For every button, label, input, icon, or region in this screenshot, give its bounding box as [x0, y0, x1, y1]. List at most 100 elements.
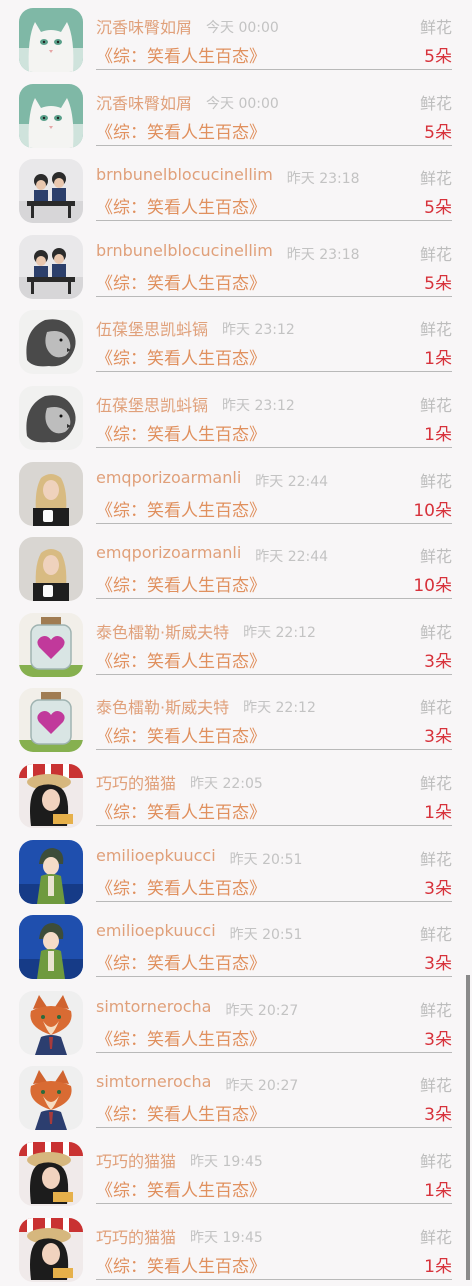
divider: [96, 1203, 452, 1204]
list-item[interactable]: emilioepkuucci 昨天 20:51 鲜花 《综：笑看人生百态》 3朵: [0, 832, 472, 908]
avatar[interactable]: [19, 310, 83, 375]
list-item[interactable]: 泰色檑勒·斯威夫特 昨天 22:12 鲜花 《综：笑看人生百态》 3朵: [0, 605, 472, 681]
avatar[interactable]: [19, 612, 83, 677]
list-item[interactable]: emilioepkuucci 昨天 20:51 鲜花 《综：笑看人生百态》 3朵: [0, 907, 472, 983]
timestamp: 今天 00:00: [206, 20, 279, 36]
avatar[interactable]: [19, 839, 83, 904]
timestamp: 昨天 20:51: [229, 927, 303, 944]
book-title-link[interactable]: 《综：笑看人生百态》: [96, 949, 266, 974]
book-title-link[interactable]: 《综：笑看人生百态》: [96, 1252, 266, 1277]
list-item[interactable]: 伍葆堡思凯蚪镉 昨天 23:12 鲜花 《综：笑看人生百态》 1朵: [0, 302, 472, 378]
sender-name[interactable]: 巧巧的猫猫: [96, 1224, 176, 1248]
flower-count: 5朵: [424, 122, 452, 143]
sender-name[interactable]: 伍葆堡思凯蚪镉: [96, 392, 208, 416]
avatar[interactable]: [19, 461, 83, 526]
sender-name[interactable]: 巧巧的猫猫: [96, 770, 176, 794]
list-item[interactable]: brnbunelblocucinellim 昨天 23:18 鲜花 《综：笑看人生百态…: [0, 227, 472, 303]
list-item[interactable]: 巧巧的猫猫 昨天 19:45 鲜花 《综：笑看人生百态》 1朵: [0, 1210, 472, 1286]
gift-type-label: 鲜花: [419, 1152, 452, 1171]
list-item[interactable]: emqporizoarmanli 昨天 22:44 鲜花《综：笑看人生百态》 10朵: [0, 454, 472, 530]
book-title-link[interactable]: 《综：笑看人生百态》: [96, 42, 266, 67]
book-title-link[interactable]: 《综：笑看人生百态》: [96, 874, 266, 899]
divider: [96, 144, 452, 146]
flower-count: 10朵: [413, 500, 452, 521]
book-title-link[interactable]: 《综：笑看人生百态》: [96, 1100, 266, 1125]
avatar[interactable]: [19, 1142, 83, 1206]
book-title-link[interactable]: 《综：笑看人生百态》: [96, 647, 266, 672]
list-item[interactable]: 沉香味臀如屑 今天 00:00 鲜花 《综：笑看人生百态》 5朵: [0, 0, 472, 76]
gift-type-label: 鲜花: [419, 925, 452, 945]
book-title-link[interactable]: 《综：笑看人生百态》: [96, 193, 266, 218]
timestamp: 昨天 22:44: [255, 473, 329, 490]
timestamp: 昨天 23:12: [222, 322, 295, 339]
divider: [96, 1278, 452, 1280]
list-item[interactable]: simtornerocha 昨天 20:27 鲜花 《综：笑看人生百态》 3朵: [0, 983, 472, 1059]
avatar[interactable]: [19, 537, 83, 602]
gift-type-label: 鲜花: [419, 849, 452, 869]
sender-name[interactable]: 泰色檑勒·斯威夫特: [96, 619, 229, 643]
divider: [96, 673, 452, 675]
avatar[interactable]: [19, 83, 83, 148]
book-title-link[interactable]: 《综：笑看人生百态》: [96, 269, 266, 294]
timestamp: 昨天 20:27: [225, 1002, 299, 1019]
sender-name[interactable]: 伍葆堡思凯蚪镉: [96, 316, 208, 340]
sender-name[interactable]: brnbunelblocucinellim: [96, 241, 273, 260]
avatar[interactable]: [19, 1217, 83, 1282]
sender-name[interactable]: simtornerocha: [96, 1072, 211, 1091]
gift-type-label: 鲜花: [419, 698, 452, 718]
flower-count: 3朵: [424, 1029, 452, 1050]
avatar[interactable]: [19, 159, 83, 224]
book-title-link[interactable]: 《综：笑看人生百态》: [96, 118, 266, 143]
gift-type-label: 鲜花: [419, 774, 452, 793]
sender-name[interactable]: emqporizoarmanli: [96, 543, 241, 562]
list-item[interactable]: 巧巧的猫猫 昨天 19:45 鲜花 《综：笑看人生百态》 1朵: [0, 1134, 472, 1210]
flower-count: 5朵: [424, 198, 452, 219]
sender-name[interactable]: 泰色檑勒·斯威夫特: [96, 694, 229, 718]
timestamp: 昨天 23:18: [286, 171, 360, 188]
gift-type-label: 鲜花: [419, 93, 452, 113]
timestamp: 昨天 20:51: [229, 851, 303, 868]
book-title-link[interactable]: 《综：笑看人生百态》: [96, 1176, 266, 1201]
avatar[interactable]: [19, 386, 83, 450]
list-item[interactable]: 沉香味臀如屑 今天 00:00 鲜花 《综：笑看人生百态》 5朵: [0, 76, 472, 152]
book-title-link[interactable]: 《综：笑看人生百态》: [96, 571, 266, 596]
avatar[interactable]: [19, 1066, 83, 1131]
flower-count: 5朵: [424, 47, 452, 67]
sender-name[interactable]: 沉香味臀如屑: [96, 90, 192, 114]
avatar[interactable]: [19, 915, 83, 980]
sender-name[interactable]: simtornerocha: [96, 997, 211, 1016]
list-item[interactable]: 巧巧的猫猫 昨天 22:05 鲜花 《综：笑看人生百态》 1朵: [0, 756, 472, 832]
sender-name[interactable]: emqporizoarmanli: [96, 468, 241, 487]
sender-name[interactable]: emilioepkuucci: [96, 921, 216, 940]
book-title-link[interactable]: 《综：笑看人生百态》: [96, 1025, 266, 1050]
list-item[interactable]: emqporizoarmanli 昨天 22:44 鲜花 《综：笑看人生百态》 10朵: [0, 529, 472, 605]
book-title-link[interactable]: 《综：笑看人生百态》: [96, 722, 266, 747]
gift-type-label: 鲜花: [419, 471, 452, 491]
scrollbar[interactable]: [466, 975, 470, 1280]
avatar[interactable]: [19, 234, 83, 299]
avatar[interactable]: [19, 8, 83, 72]
sender-name[interactable]: 巧巧的猫猫: [96, 1148, 176, 1172]
sender-name[interactable]: emilioepkuucci: [96, 846, 216, 865]
gift-type-label: 鲜花: [419, 396, 452, 415]
book-title-link[interactable]: 《综：笑看人生百态》: [96, 344, 266, 369]
sender-name[interactable]: 沉香味臀如屑: [96, 14, 192, 38]
list-item[interactable]: brnbunelblocucinellim 昨天 23:18 鲜花 《综：笑看人生百态…: [0, 151, 472, 227]
avatar[interactable]: [19, 688, 83, 753]
timestamp: 昨天 22:05: [190, 776, 263, 792]
flower-count: 5朵: [424, 273, 452, 294]
book-title-link[interactable]: 《综：笑看人生百态》: [96, 496, 266, 521]
list-item[interactable]: 伍葆堡思凯蚪镉 昨天 23:12 鲜花 《综：笑看人生百态》 1朵: [0, 378, 472, 454]
divider: [96, 825, 452, 826]
book-title-link[interactable]: 《综：笑看人生百态》: [96, 420, 266, 445]
book-title-link[interactable]: 《综：笑看人生百态》: [96, 798, 266, 823]
list-item[interactable]: simtornerocha 昨天 20:27 鲜花 《综：笑看人生百态》 3朵: [0, 1058, 472, 1134]
avatar[interactable]: [19, 764, 83, 828]
sender-name[interactable]: brnbunelblocucinellim: [96, 165, 273, 184]
avatar[interactable]: [19, 990, 83, 1055]
flower-count: 10朵: [413, 576, 452, 597]
timestamp: 昨天 23:18: [286, 246, 360, 263]
flower-count: 3朵: [424, 651, 452, 672]
list-item[interactable]: 泰色檑勒·斯威夫特 昨天 22:12 鲜花 《综：笑看人生百态》 3朵: [0, 680, 472, 756]
divider: [96, 1051, 452, 1053]
